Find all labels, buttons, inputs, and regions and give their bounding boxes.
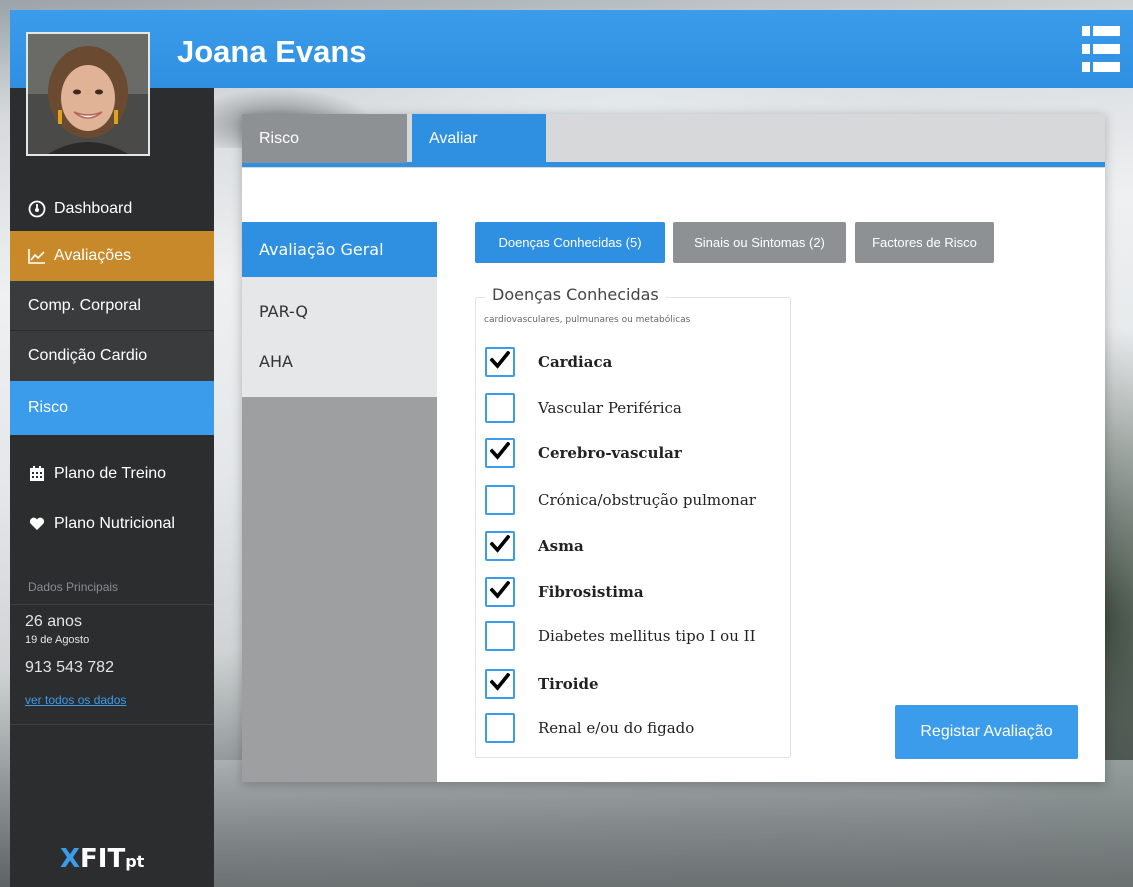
checkbox-row-diabetes[interactable]: Diabetes mellitus tipo I ou II [485,619,756,653]
factores-risco-button[interactable]: Factores de Risco [855,222,994,263]
age-value: 26 anos [25,613,82,630]
xfit-logo: XFITpt [60,844,144,874]
user-name: Joana Evans [177,34,367,69]
left-menu-par-q[interactable]: PAR-Q [242,286,437,336]
sidebar-item-comp-corporal[interactable]: Comp. Corporal [10,281,214,331]
checkbox[interactable] [485,485,515,515]
logo-fit: FIT [80,844,126,874]
tab-risco[interactable]: Risco [242,114,407,163]
check-icon [489,580,511,603]
phone-value: 913 543 782 [25,659,114,676]
divider [10,724,214,725]
registar-avaliacao-button[interactable]: Registar Avaliação [895,705,1078,759]
checkbox[interactable] [485,713,515,743]
checkbox-label: Fibrosistima [538,583,644,601]
sidebar-item-label: Plano de Treino [54,465,167,482]
checkbox[interactable] [485,393,515,423]
checkbox-label: Diabetes mellitus tipo I ou II [538,627,756,645]
sidebar-item-plano-treino[interactable]: Plano de Treino [10,449,214,499]
sidebar-item-label: Comp. Corporal [28,296,141,314]
sidebar-item-label: Condição Cardio [28,347,148,364]
birthday-value: 19 de Agosto [25,634,90,646]
dashboard-gauge-icon [28,200,46,218]
checkbox-row-asma[interactable]: Asma [485,529,584,563]
sidebar-item-label: Plano Nutricional [54,515,175,532]
view-all-data-link[interactable]: ver todos os dados [25,693,126,707]
checkbox-label: Tiroide [538,675,599,693]
tab-avaliar[interactable]: Avaliar [412,114,546,163]
checkbox[interactable] [485,669,515,699]
checkbox-row-cerebro-vascular[interactable]: Cerebro-vascular [485,436,682,470]
check-icon [489,672,511,695]
checkbox-row-fibrosistima[interactable]: Fibrosistima [485,575,644,609]
left-menu-aha[interactable]: AHA [242,336,437,386]
checkbox-row-vascular-periferica[interactable]: Vascular Periférica [485,391,682,425]
dados-principais-title: Dados Principais [28,580,119,594]
checkbox[interactable] [485,347,515,377]
doencas-conhecidas-button[interactable]: Doenças Conhecidas (5) [475,222,665,263]
left-menu-avaliacao-geral[interactable]: Avaliação Geral [242,222,437,277]
logo-x: X [60,844,81,874]
sidebar-item-dashboard[interactable]: Dashboard [10,184,214,234]
sidebar-item-plano-nutricional[interactable]: Plano Nutricional [10,499,214,549]
checkbox[interactable] [485,438,515,468]
line-chart-icon [28,247,46,265]
checkbox[interactable] [485,577,515,607]
sidebar-item-risco[interactable]: Risco [10,381,214,435]
avatar-photo [28,34,148,154]
sidebar-item-label: Risco [28,399,69,416]
check-icon [489,441,511,464]
check-icon [489,534,511,557]
checkbox-row-renal-figado[interactable]: Renal e/ou do figado [485,711,694,745]
checkbox-label: Vascular Periférica [538,399,682,417]
sidebar-item-label: Dashboard [54,200,133,217]
checkbox-row-cardiaca[interactable]: Cardiaca [485,345,612,379]
sidebar-item-condicao-cardio[interactable]: Condição Cardio [10,331,214,381]
checkbox-label: Crónica/obstrução pulmonar [538,491,756,509]
sidebar-item-label: Avaliações [54,247,132,264]
checkbox-label: Asma [538,537,584,555]
heart-icon [28,515,46,533]
logo-pt: pt [125,852,145,871]
checkbox-label: Renal e/ou do figado [538,719,695,737]
checkbox-label: Cardiaca [538,353,613,371]
avatar[interactable] [26,32,150,156]
check-icon [489,350,511,373]
evaluation-card: Risco Avaliar Avaliação Geral PAR-Q AHA … [242,114,1105,782]
checkbox[interactable] [485,621,515,651]
checkbox[interactable] [485,531,515,561]
checkbox-row-cronica-obstrucao-pulmonar[interactable]: Crónica/obstrução pulmonar [485,483,756,517]
divider [10,604,214,605]
list-menu-icon[interactable] [1082,26,1120,72]
fieldset-subtitle: cardiovasculares, pulmunares ou metabóli… [484,315,691,325]
sidebar-item-avaliacoes[interactable]: Avaliações [10,231,214,281]
calendar-icon [28,465,46,483]
checkbox-row-tiroide[interactable]: Tiroide [485,667,599,701]
checkbox-label: Cerebro-vascular [538,444,682,462]
sinais-sintomas-button[interactable]: Sinais ou Sintomas (2) [673,222,846,263]
fieldset-legend: Doenças Conhecidas [485,285,666,304]
